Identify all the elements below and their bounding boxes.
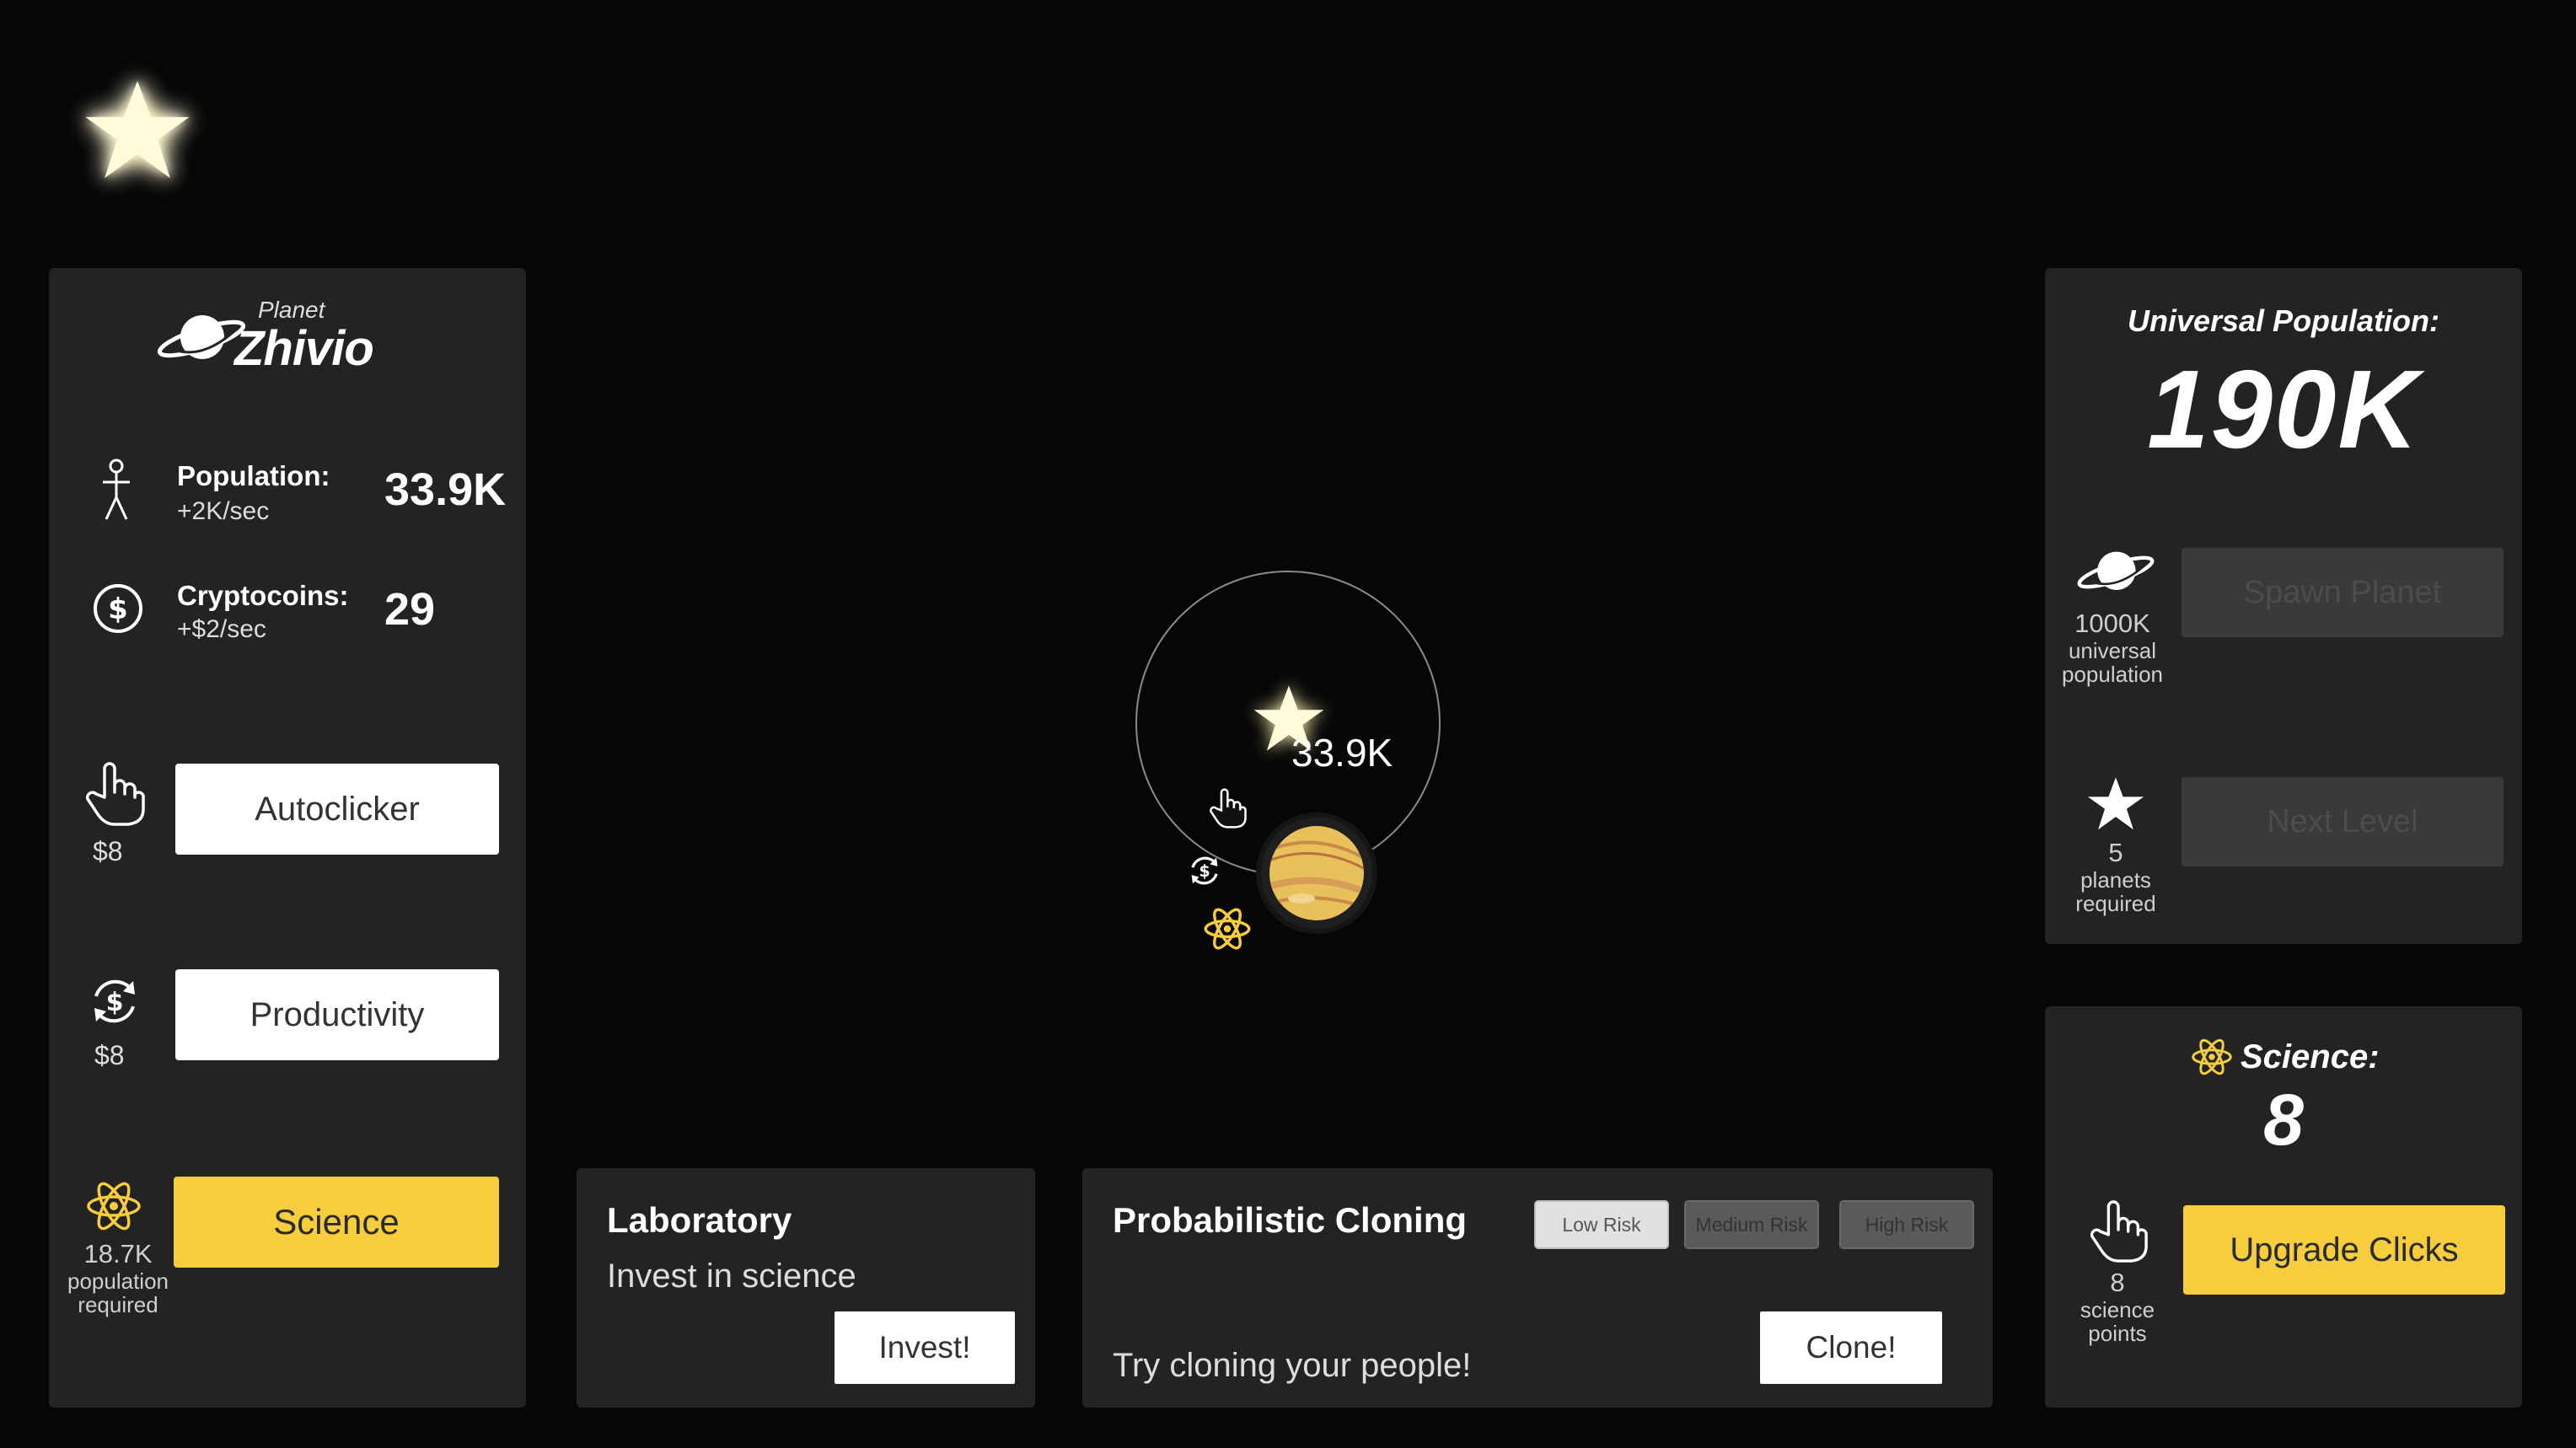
productivity-cycle-icon: $: [94, 979, 135, 1023]
planet-panel: Planet Zhivio Population: +2K/sec 33.9K …: [49, 268, 526, 1408]
upgrade-requirement-label-1: science: [2080, 1297, 2155, 1322]
planet-name: Zhivio: [234, 321, 374, 376]
science-title: Science:: [2241, 1038, 2380, 1075]
science-value: 8: [2263, 1080, 2304, 1161]
svg-text:$: $: [108, 593, 128, 626]
productivity-cycle-icon: $: [1191, 856, 1218, 885]
science-panel: Science: 8 8 science points Upgrade Clic…: [2045, 1006, 2522, 1408]
universal-population-title: Universal Population:: [2127, 303, 2440, 338]
next-level-requirement: 5 planets required: [2052, 838, 2180, 915]
cursor-hand-icon: [1210, 788, 1247, 829]
crypto-label: Cryptocoins:: [177, 580, 349, 611]
population-rate: +2K/sec: [177, 497, 270, 525]
autoclicker-button-label: Autoclicker: [255, 790, 420, 828]
upgrade-clicks-button[interactable]: Upgrade Clicks: [2183, 1205, 2505, 1295]
planet-ring-icon: [2077, 551, 2155, 590]
next-level-requirement-label-1: planets: [2080, 867, 2151, 893]
atom-icon: [1204, 908, 1251, 950]
dollar-coin-icon: $: [94, 584, 142, 633]
crypto-value: 29: [384, 584, 436, 635]
productivity-button-label: Productivity: [250, 995, 425, 1033]
atom-icon: [2192, 1038, 2232, 1075]
spawn-planet-button-label: Spawn Planet: [2243, 574, 2442, 610]
next-level-button-label: Next Level: [2267, 803, 2418, 839]
cloning-title: Probabilistic Cloning: [1113, 1200, 1468, 1240]
star-icon: [85, 81, 190, 179]
population-label: Population:: [177, 460, 330, 491]
medium-risk-option[interactable]: Medium Risk: [1684, 1200, 1819, 1249]
pointer-hand-icon: [85, 762, 145, 826]
spawn-requirement-label-2: population: [2062, 662, 2163, 687]
next-level-requirement-label-2: required: [2075, 891, 2156, 916]
science-requirement-label-1: population: [67, 1268, 169, 1294]
spawn-requirement-label-1: universal: [2068, 638, 2157, 663]
invest-button-label: Invest!: [878, 1330, 971, 1365]
upgrade-requirement-label-2: points: [2088, 1321, 2147, 1346]
upgrade-clicks-button-label: Upgrade Clicks: [2230, 1231, 2459, 1268]
clone-button[interactable]: Clone!: [1760, 1311, 1942, 1384]
universal-population-value: 190K: [2147, 347, 2420, 471]
pointer-hand-icon: [2090, 1200, 2148, 1263]
atom-icon: [87, 1182, 141, 1231]
laboratory-title: Laboratory: [607, 1200, 792, 1240]
spawn-requirement-value: 1000K: [2074, 609, 2150, 638]
next-level-button[interactable]: Next Level: [2182, 777, 2504, 866]
high-risk-label: High Risk: [1865, 1213, 1949, 1236]
cloning-card: Probabilistic Cloning Low Risk Medium Ri…: [1082, 1168, 1993, 1408]
universe-panel: Universal Population: 190K 1000K univers…: [2045, 268, 2522, 944]
autoclicker-cost: $8: [93, 836, 123, 866]
science-requirement-value: 18.7K: [83, 1239, 153, 1268]
low-risk-option[interactable]: Low Risk: [1534, 1200, 1669, 1249]
planet-icon[interactable]: [1254, 811, 1379, 936]
invest-button[interactable]: Invest!: [835, 1311, 1015, 1384]
science-button-label: Science: [273, 1202, 400, 1242]
population-value: 33.9K: [384, 464, 507, 515]
person-icon: [103, 459, 130, 520]
laboratory-card: Laboratory Invest in science Invest!: [577, 1168, 1035, 1408]
spawn-planet-button[interactable]: Spawn Planet: [2182, 548, 2504, 637]
next-level-requirement-value: 5: [2108, 838, 2123, 867]
upgrade-requirement: 8 science points: [2053, 1268, 2182, 1345]
cloning-description: Try cloning your people!: [1113, 1347, 1472, 1384]
svg-text:$: $: [1199, 861, 1210, 881]
low-risk-label: Low Risk: [1562, 1213, 1641, 1236]
science-button[interactable]: Science: [174, 1177, 499, 1268]
autoclicker-button[interactable]: Autoclicker: [175, 764, 499, 855]
star-menu-button[interactable]: [81, 74, 194, 187]
productivity-cost: $8: [94, 1040, 125, 1070]
upgrade-requirement-value: 8: [2110, 1268, 2125, 1297]
high-risk-option[interactable]: High Risk: [1839, 1200, 1974, 1249]
productivity-button[interactable]: Productivity: [175, 969, 499, 1060]
laboratory-description: Invest in science: [607, 1258, 856, 1295]
clone-button-label: Clone!: [1806, 1330, 1897, 1365]
science-requirement-label-2: required: [78, 1292, 158, 1317]
crypto-rate: +$2/sec: [177, 615, 266, 643]
science-requirement: 18.7K population required: [54, 1239, 182, 1317]
orbit-view[interactable]: 33.9K $: [1130, 565, 1467, 969]
medium-risk-label: Medium Risk: [1695, 1213, 1808, 1236]
star-population-label: 33.9K: [1291, 731, 1393, 775]
spawn-requirement: 1000K universal population: [2048, 609, 2176, 686]
star-icon: [2087, 777, 2144, 830]
svg-text:$: $: [106, 988, 124, 1017]
